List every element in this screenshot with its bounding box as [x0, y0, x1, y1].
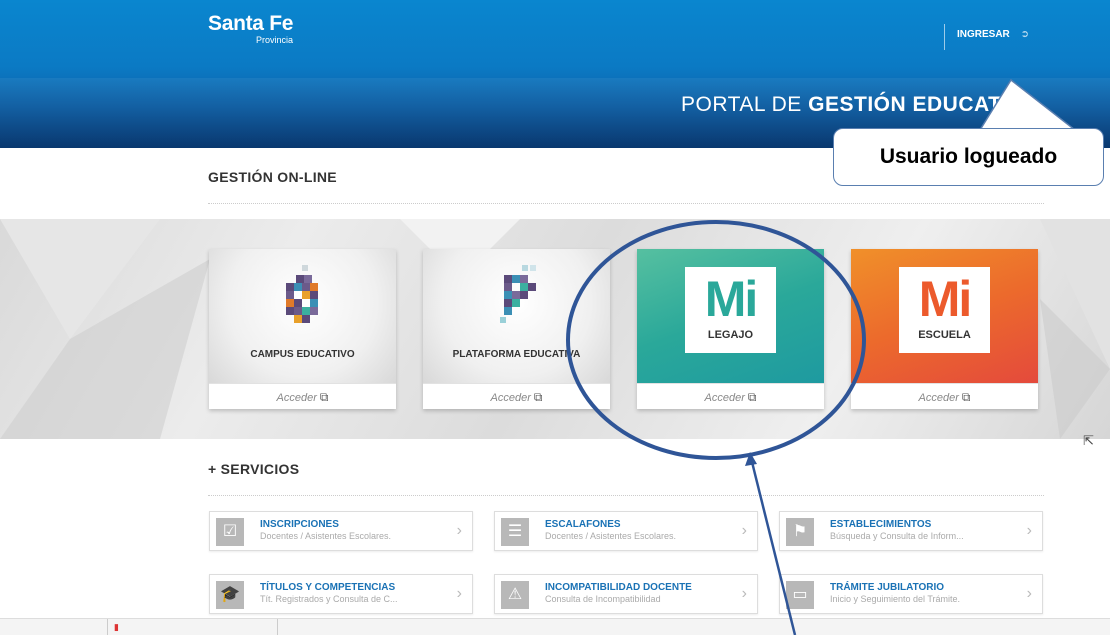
annotation-arrow-head [745, 452, 757, 466]
portal-title-bold: GESTIÓN EDUCAT [808, 93, 1002, 116]
callout-usuario-logueado: Usuario logueado [833, 128, 1104, 186]
service-subtitle: Consulta de Incompatibilidad [545, 594, 661, 604]
campus-logo-icon [286, 265, 318, 323]
service-title: ESCALAFONES [545, 519, 621, 530]
chevron-right-icon: › [741, 522, 747, 539]
mouse-cursor-icon: ⇱ [1083, 433, 1094, 448]
online-divider [208, 203, 1044, 204]
chevron-right-icon: › [456, 585, 462, 602]
mi-escuela-logo: Mi ESCUELA [899, 267, 990, 353]
list-icon: ☰ [501, 518, 529, 546]
mi-legajo-logo: Mi LEGAJO [685, 267, 776, 353]
brand-subtitle: Provincia [256, 35, 294, 45]
service-inscripciones[interactable]: ☑ INSCRIPCIONES Docentes / Asistentes Es… [209, 511, 473, 551]
card-label: ESCUELA [918, 329, 971, 341]
card-access-link[interactable]: Acceder ⧉ [637, 383, 824, 409]
bottom-bar: ▮ [0, 618, 1110, 635]
service-title: INCOMPATIBILIDAD DOCENTE [545, 582, 692, 593]
service-subtitle: Docentes / Asistentes Escolares. [545, 531, 677, 541]
plataforma-logo-icon [500, 265, 536, 323]
service-subtitle: Tít. Registrados y Consulta de C... [260, 594, 398, 604]
mi-text: Mi [918, 271, 973, 327]
header-divider [944, 24, 945, 50]
services-section-title: + SERVICIOS [208, 461, 300, 477]
portal-title-light: PORTAL DE [681, 93, 809, 116]
service-titulos-competencias[interactable]: 🎓 TÍTULOS Y COMPETENCIAS Tít. Registrado… [209, 574, 473, 614]
card-label: LEGAJO [707, 329, 754, 341]
services-divider [208, 495, 1044, 496]
service-establecimientos[interactable]: ⚑ ESTABLECIMIENTOS Búsqueda y Consulta d… [779, 511, 1043, 551]
card-access-link[interactable]: Acceder ⧉ [423, 383, 610, 409]
card-label: PLATAFORMA EDUCATIVA [452, 349, 581, 360]
graduation-cap-icon: 🎓 [216, 581, 244, 609]
chevron-right-icon: › [1026, 585, 1032, 602]
login-icon: ➲ [1020, 29, 1029, 40]
service-title: INSCRIPCIONES [260, 519, 339, 530]
online-section-title: GESTIÓN ON-LINE [208, 169, 337, 185]
chevron-right-icon: › [456, 522, 462, 539]
external-link-icon: ⧉ [961, 390, 971, 404]
external-link-icon: ⧉ [747, 390, 757, 404]
service-subtitle: Inicio y Seguimiento del Trámite. [830, 594, 961, 604]
card-mi-escuela[interactable]: Mi ESCUELA Acceder ⧉ [851, 249, 1038, 409]
external-link-icon: ⧉ [319, 390, 329, 404]
card-mi-legajo[interactable]: Mi LEGAJO Acceder ⧉ [637, 249, 824, 409]
chevron-right-icon: › [741, 585, 747, 602]
archive-icon: ▭ [786, 581, 814, 609]
brand-name: Santa Fe [208, 12, 294, 35]
check-icon: ☑ [216, 518, 244, 546]
service-title: TRÁMITE JUBILATORIO [830, 582, 945, 593]
external-link-icon: ⧉ [533, 390, 543, 404]
service-escalafones[interactable]: ☰ ESCALAFONES Docentes / Asistentes Esco… [494, 511, 758, 551]
service-subtitle: Docentes / Asistentes Escolares. [260, 531, 392, 541]
card-access-link[interactable]: Acceder ⧉ [851, 383, 1038, 409]
service-title: TÍTULOS Y COMPETENCIAS [260, 582, 396, 593]
service-title: ESTABLECIMIENTOS [830, 519, 932, 530]
brand-logo[interactable]: Santa Fe Provincia [208, 12, 294, 46]
warning-icon: ⚠ [501, 581, 529, 609]
portal-title: PORTAL DE GESTIÓN EDUCAT [681, 93, 1001, 117]
card-campus-educativo[interactable]: CAMPUS EDUCATIVO Acceder ⧉ [209, 249, 396, 409]
flag-icon: ⚑ [786, 518, 814, 546]
service-incompatibilidad-docente[interactable]: ⚠ INCOMPATIBILIDAD DOCENTE Consulta de I… [494, 574, 758, 614]
bottom-tab[interactable]: ▮ [108, 619, 278, 635]
pdf-icon: ▮ [114, 622, 119, 632]
chevron-right-icon: › [1026, 522, 1032, 539]
login-button[interactable]: INGRESAR ➲ [957, 29, 1029, 40]
site-header: Santa Fe Provincia INGRESAR ➲ PORTAL DE … [0, 0, 1110, 148]
card-access-link[interactable]: Acceder ⧉ [209, 383, 396, 409]
mi-text: Mi [704, 271, 759, 327]
service-tramite-jubilatorio[interactable]: ▭ TRÁMITE JUBILATORIO Inicio y Seguimien… [779, 574, 1043, 614]
login-label: INGRESAR [957, 29, 1010, 40]
card-label: CAMPUS EDUCATIVO [250, 349, 355, 360]
card-plataforma-educativa[interactable]: PLATAFORMA EDUCATIVA Acceder ⧉ [423, 249, 610, 409]
service-subtitle: Búsqueda y Consulta de Inform... [830, 531, 964, 541]
bottom-tab[interactable] [0, 619, 108, 635]
